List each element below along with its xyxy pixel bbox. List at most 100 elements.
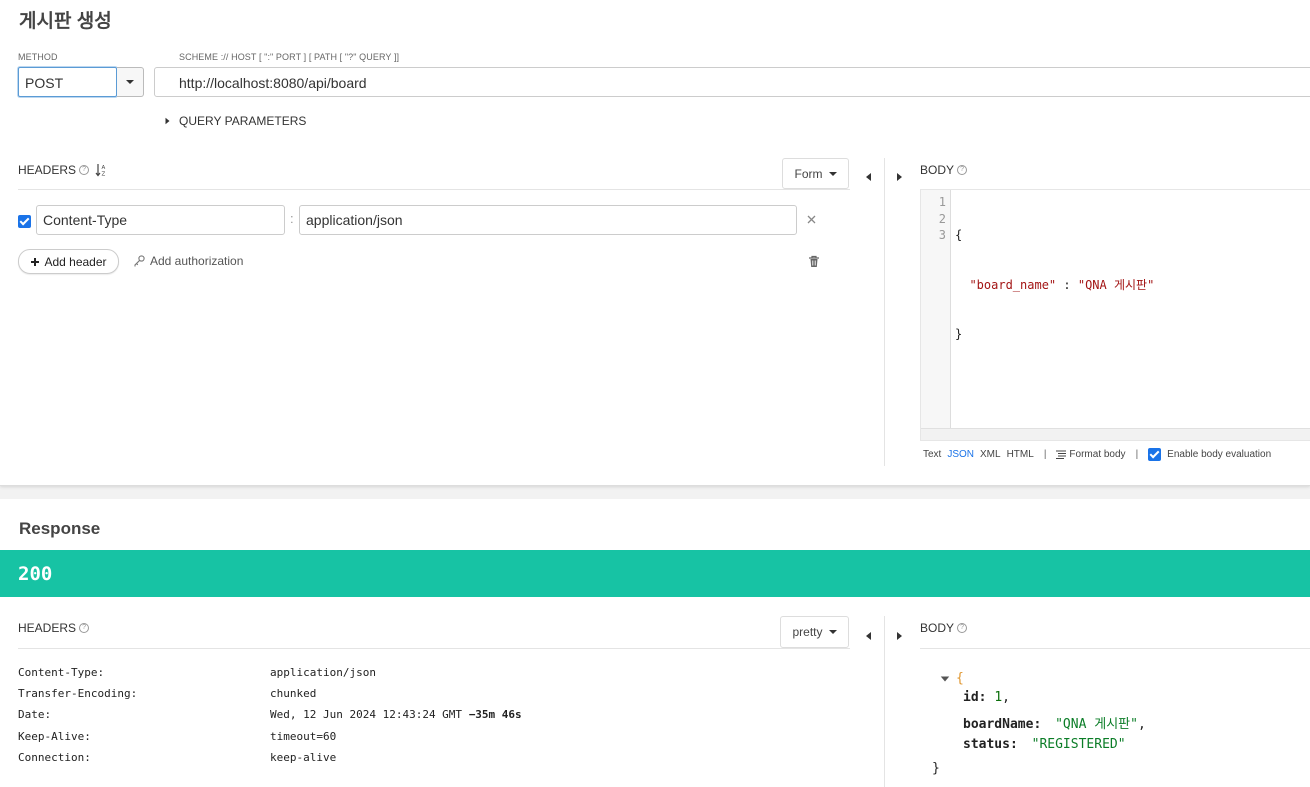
response-body-label: BODY [920, 621, 955, 635]
key-icon [134, 255, 145, 267]
request-title: 게시판 생성 [19, 11, 112, 32]
format-xml-button[interactable]: XML [980, 449, 1001, 460]
pane-divider[interactable] [884, 158, 885, 466]
response-header-name: Transfer-Encoding: [18, 687, 138, 700]
pane-divider[interactable] [884, 616, 885, 787]
caret-down-icon [828, 630, 837, 634]
add-header-label: Add header [44, 254, 107, 269]
response-header-name: Date: [18, 708, 52, 721]
json-key: boardName: [963, 717, 1042, 732]
response-body-heading: BODY ? [920, 621, 968, 635]
line-number: 1 [938, 195, 946, 209]
json-root[interactable]: { [940, 671, 964, 686]
header-value-input[interactable]: application/json [299, 205, 797, 235]
response-header-value: application/json [270, 666, 376, 679]
json-close-brace: } [932, 761, 940, 776]
method-select[interactable]: POST [18, 67, 117, 97]
header-enabled-checkbox[interactable] [18, 215, 31, 228]
help-icon[interactable]: ? [957, 165, 968, 175]
add-authorization-button[interactable]: Add authorization [134, 254, 243, 268]
body-heading: BODY ? [920, 163, 968, 177]
header-name-input[interactable]: Content-Type [36, 205, 285, 235]
status-code: 200 [18, 563, 53, 585]
response-header-value: timeout=60 [270, 730, 337, 743]
body-label: BODY [920, 163, 955, 177]
headers-divider [18, 189, 850, 190]
json-value: "QNA 게시판" [1077, 277, 1155, 292]
chevron-down-icon[interactable] [940, 675, 950, 682]
code-line: } [955, 327, 963, 341]
response-panel: Response 200 HEADERS ? pretty BODY ? Con… [0, 499, 1310, 787]
format-body-label: Format body [1069, 449, 1126, 460]
response-header-name: Content-Type: [18, 666, 105, 679]
body-editor-footer: Text JSON XML HTML | Format body | Enabl… [923, 448, 1271, 461]
help-icon[interactable]: ? [957, 623, 968, 633]
format-html-button[interactable]: HTML [1007, 449, 1034, 460]
chevron-right-icon [165, 117, 170, 125]
format-body-icon [1056, 450, 1067, 459]
date-value: Wed, 12 Jun 2024 12:43:24 GMT [270, 708, 463, 721]
method-label: METHOD [18, 52, 58, 62]
json-value: "QNA 게시판" [1055, 717, 1138, 732]
json-value: 1 [994, 690, 1003, 705]
help-icon[interactable]: ? [79, 623, 90, 633]
line-number: 3 [938, 228, 946, 242]
response-header-name: Connection: [18, 751, 91, 764]
body-editor[interactable]: 1 2 3 { "board_name" : "QNA 게시판" } [920, 189, 1310, 441]
json-key: id: [963, 690, 987, 705]
format-json-button[interactable]: JSON [947, 449, 974, 460]
query-parameters-toggle[interactable]: QUERY PARAMETERS [165, 114, 306, 128]
url-input[interactable]: http://localhost:8080/api/board [154, 67, 1310, 97]
url-label: SCHEME :// HOST [ ":" PORT ] [ PATH [ "?… [179, 52, 400, 62]
collapse-left-icon[interactable] [866, 168, 871, 186]
sort-az-icon[interactable]: AZ [95, 163, 107, 177]
response-headers-label: HEADERS [18, 621, 77, 635]
plus-icon [31, 257, 40, 266]
close-icon[interactable] [806, 212, 817, 230]
format-body-button[interactable]: Format body [1056, 449, 1126, 460]
json-open-brace: { [956, 671, 964, 686]
headers-mode-label: Form [794, 166, 823, 181]
svg-text:Z: Z [102, 172, 106, 178]
json-comma: , [1137, 717, 1146, 732]
header-separator: : [290, 211, 294, 226]
footer-separator: | [1043, 449, 1047, 460]
enable-body-evaluation-label: Enable body evaluation [1167, 449, 1272, 460]
format-text-button[interactable]: Text [923, 449, 941, 460]
query-parameters-label: QUERY PARAMETERS [179, 114, 307, 128]
response-header-value: keep-alive [270, 751, 337, 764]
expand-right-icon[interactable] [897, 168, 902, 186]
json-value: "REGISTERED" [1031, 737, 1126, 752]
date-relative: −35m 46s [468, 708, 522, 721]
footer-separator: | [1135, 449, 1139, 460]
response-header-row: Content-Type: [18, 666, 104, 679]
method-dropdown-button[interactable] [117, 67, 144, 97]
line-number: 2 [938, 211, 946, 226]
caret-down-icon [828, 171, 837, 176]
status-bar: 200 [0, 550, 1310, 597]
response-body-divider [920, 648, 1310, 649]
json-comma: , [1002, 690, 1010, 705]
add-header-button[interactable]: Add header [18, 249, 119, 274]
line-numbers: 1 2 3 [921, 190, 951, 430]
response-headers-heading: HEADERS ? [18, 621, 90, 635]
response-title: Response [19, 519, 101, 538]
trash-icon[interactable] [808, 255, 820, 273]
add-authorization-label: Add authorization [150, 254, 244, 268]
help-icon[interactable]: ? [79, 165, 90, 175]
headers-heading: HEADERS ? AZ [18, 163, 107, 177]
json-key: status: [963, 737, 1018, 752]
editor-horizontal-scrollbar[interactable] [921, 428, 1310, 440]
json-sep: : [1056, 277, 1078, 292]
headers-mode-dropdown[interactable]: Form [782, 158, 849, 189]
expand-right-icon[interactable] [897, 627, 902, 645]
response-headers-mode-dropdown[interactable]: pretty [780, 616, 849, 648]
json-field: id: 1, [963, 690, 1010, 705]
request-panel: 게시판 생성 METHOD SCHEME :// HOST [ ":" PORT… [0, 0, 1310, 486]
headers-label: HEADERS [18, 163, 77, 177]
enable-body-evaluation-checkbox[interactable] [1148, 448, 1162, 461]
body-code[interactable]: { "board_name" : "QNA 게시판" } [955, 194, 1154, 376]
code-line: { [955, 228, 963, 242]
svg-text:A: A [102, 165, 106, 171]
collapse-left-icon[interactable] [866, 627, 871, 645]
